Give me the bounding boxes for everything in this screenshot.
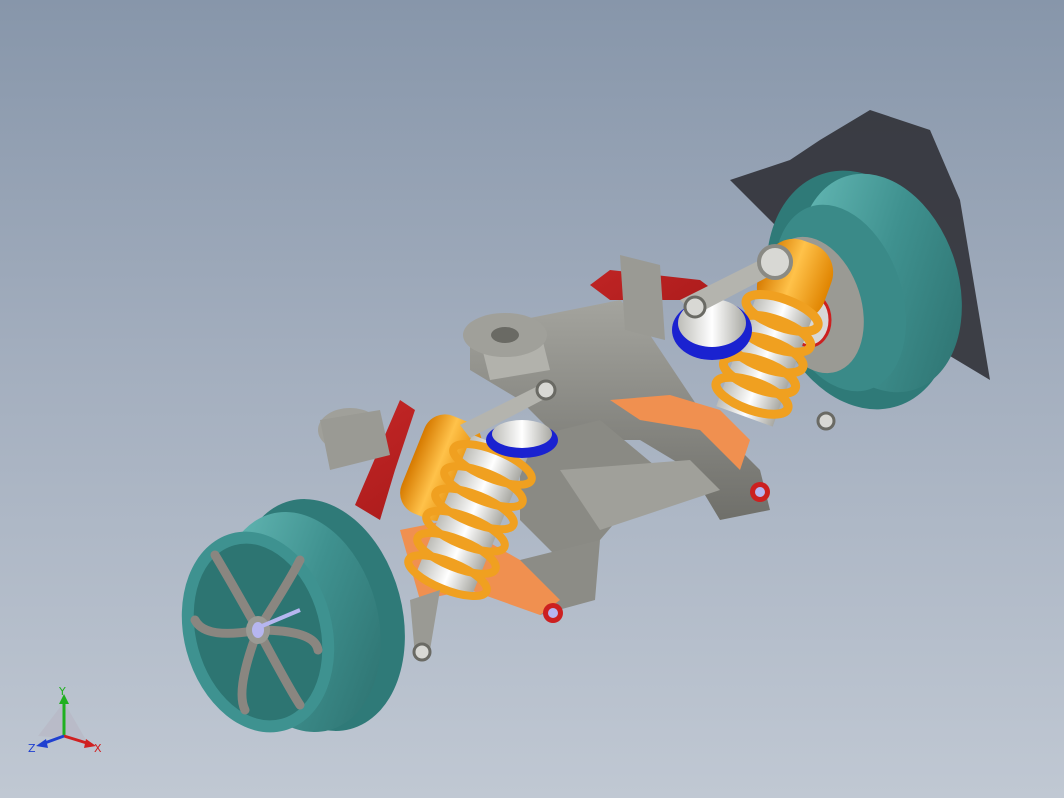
suspension-assembly-model[interactable] — [0, 0, 1064, 798]
coordinate-triad: Y X Z — [26, 684, 106, 755]
triad-y-label: Y — [58, 685, 66, 698]
triad-z-label: Z — [28, 742, 36, 754]
triad-x-label: X — [94, 742, 102, 754]
triad-plane — [38, 702, 86, 740]
graphics-viewport[interactable]: Y X Z — [0, 0, 1064, 798]
left-wheel[interactable] — [160, 480, 430, 751]
triad-z-arrow-icon — [36, 739, 48, 748]
right-coilover-shock[interactable] — [672, 230, 842, 431]
